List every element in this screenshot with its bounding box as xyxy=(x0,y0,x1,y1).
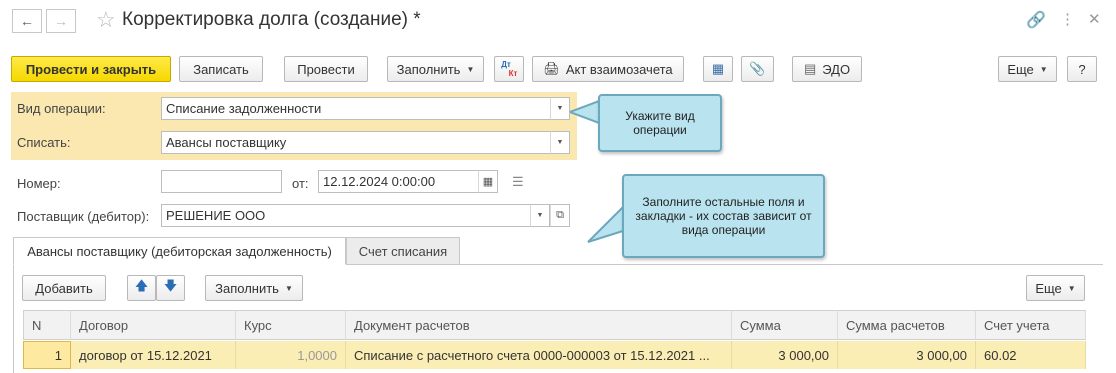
add-row-button[interactable]: Добавить xyxy=(22,275,106,301)
chevron-down-icon[interactable]: ▼ xyxy=(550,97,570,120)
writeoff-field[interactable]: Авансы поставщику xyxy=(161,131,551,154)
page-title: Корректировка долга (создание) * xyxy=(122,9,421,30)
col-header-rate[interactable]: Курс xyxy=(236,310,346,340)
tab-advances[interactable]: Авансы поставщику (дебиторская задолженн… xyxy=(13,237,346,265)
writeoff-label: Списать: xyxy=(17,135,71,150)
number-label: Номер: xyxy=(17,176,61,191)
col-header-contract[interactable]: Договор xyxy=(71,310,236,340)
tab-writeoff-account[interactable]: Счет списания xyxy=(346,237,460,265)
col-header-n[interactable]: N xyxy=(23,310,71,340)
table-fill-button[interactable]: Заполнить ▼ xyxy=(205,275,303,301)
table-cell-account[interactable]: 60.02 xyxy=(976,341,1086,369)
table-cell-settlement-sum[interactable]: 3 000,00 xyxy=(838,341,976,369)
table-cell-sum[interactable]: 3 000,00 xyxy=(732,341,838,369)
printer-icon: 🖨 xyxy=(543,61,560,76)
edo-button[interactable]: ▤ ЭДО xyxy=(792,56,862,82)
table-cell-document[interactable]: Списание с расчетного счета 0000-000003 … xyxy=(346,341,732,369)
calendar-icon[interactable]: ▦ xyxy=(478,170,498,193)
table-cell-rate[interactable]: 1,0000 xyxy=(236,341,346,369)
open-icon[interactable]: ⧉ xyxy=(550,204,570,227)
help-button[interactable]: ? xyxy=(1067,56,1097,82)
date-label: от: xyxy=(292,176,309,191)
tip-operation: Укажите вид операции xyxy=(598,94,722,152)
back-button[interactable]: ← xyxy=(12,9,42,33)
caret-down-icon: ▼ xyxy=(284,283,293,293)
col-header-account[interactable]: Счет учета xyxy=(976,310,1086,340)
operation-field[interactable]: Списание задолженности xyxy=(161,97,551,120)
number-field[interactable] xyxy=(161,170,282,193)
chevron-down-icon[interactable]: ▼ xyxy=(550,131,570,154)
col-header-settlement-sum[interactable]: Сумма расчетов xyxy=(838,310,976,340)
link-icon[interactable]: 🔗 xyxy=(1026,10,1046,30)
forward-button[interactable]: → xyxy=(46,9,76,33)
caret-down-icon: ▼ xyxy=(1039,64,1048,74)
tip-fill-fields: Заполните остальные поля и закладки - их… xyxy=(622,174,825,258)
move-up-icon[interactable]: 🡅 xyxy=(127,275,156,301)
close-icon[interactable]: ✕ xyxy=(1088,10,1101,28)
table-cell-n[interactable]: 1 xyxy=(23,341,71,369)
caret-down-icon: ▼ xyxy=(1067,283,1076,293)
supplier-field[interactable]: РЕШЕНИЕ ООО xyxy=(161,204,531,227)
arrow-left-icon: ← xyxy=(20,13,34,29)
post-and-close-button[interactable]: Провести и закрыть xyxy=(11,56,171,82)
col-header-document[interactable]: Документ расчетов xyxy=(346,310,732,340)
structure-icon[interactable]: ▦ xyxy=(703,56,733,82)
col-header-sum[interactable]: Сумма xyxy=(732,310,838,340)
more-button[interactable]: Еще ▼ xyxy=(998,56,1057,82)
date-field[interactable]: 12.12.2024 0:00:00 xyxy=(318,170,479,193)
comment-icon[interactable]: ☰ xyxy=(512,174,524,190)
save-button[interactable]: Записать xyxy=(179,56,263,82)
fill-button[interactable]: Заполнить ▼ xyxy=(387,56,484,82)
act-offset-button[interactable]: 🖨 Акт взаимозачета xyxy=(532,56,684,82)
supplier-label: Поставщик (дебитор): xyxy=(17,209,150,224)
table-more-button[interactable]: Еще ▼ xyxy=(1026,275,1085,301)
table-cell-contract[interactable]: договор от 15.12.2021 xyxy=(71,341,236,369)
more-vertical-icon[interactable]: ⋮ xyxy=(1060,10,1075,28)
chevron-down-icon[interactable]: ▼ xyxy=(530,204,550,227)
operation-label: Вид операции: xyxy=(17,101,106,116)
caret-down-icon: ▼ xyxy=(466,64,475,74)
favorite-star-icon[interactable]: ☆ xyxy=(96,7,116,33)
dt-kt-button[interactable]: Дт Кт xyxy=(494,56,524,82)
edo-icon: ▤ xyxy=(803,61,817,76)
move-down-icon[interactable]: 🡇 xyxy=(156,275,185,301)
arrow-right-icon: → xyxy=(54,13,68,29)
post-button[interactable]: Провести xyxy=(284,56,368,82)
attachment-icon[interactable]: 📎 xyxy=(741,56,774,82)
